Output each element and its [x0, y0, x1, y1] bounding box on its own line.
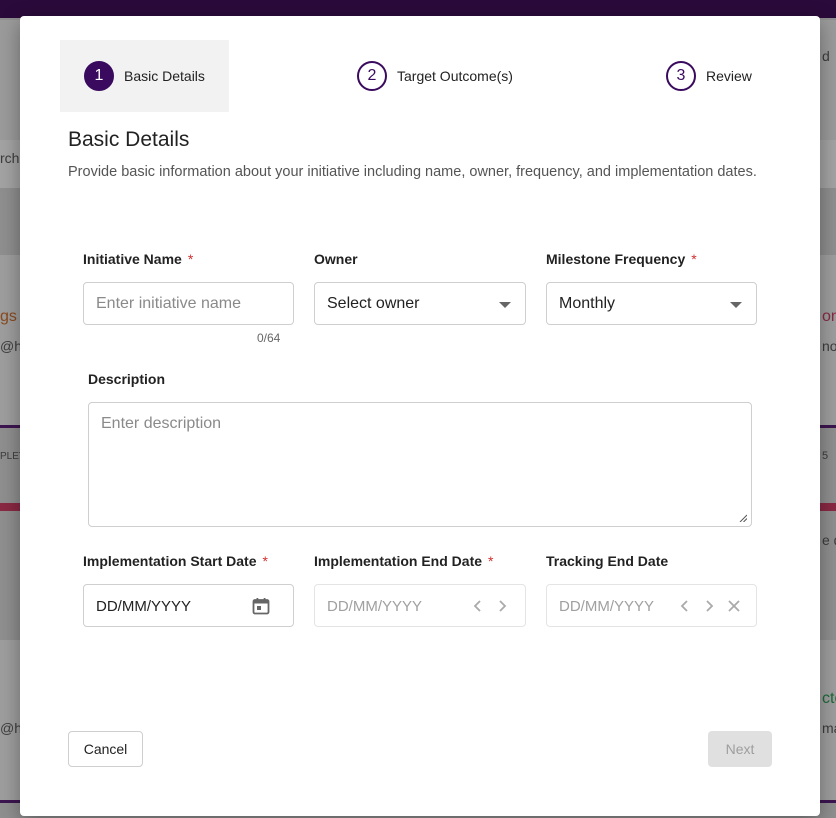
chevron-left-icon[interactable]: [675, 596, 695, 616]
implementation-start-date-field[interactable]: DD/MM/YYYY: [83, 584, 294, 627]
clear-icon[interactable]: [724, 596, 744, 616]
date-placeholder: DD/MM/YYYY: [559, 598, 655, 615]
background-text: nou: [822, 338, 836, 354]
label-text: Implementation Start Date: [83, 553, 257, 569]
character-counter: 0/64: [257, 331, 281, 345]
background-text: 5: [822, 450, 829, 462]
implementation-end-date-field[interactable]: DD/MM/YYYY: [314, 584, 526, 627]
background-text: mak: [822, 720, 836, 736]
initiative-name-input[interactable]: [96, 283, 281, 324]
step-review[interactable]: 3 Review: [642, 40, 792, 112]
step-label: Review: [706, 68, 752, 84]
description-input[interactable]: [101, 415, 737, 511]
owner-placeholder: Select owner: [327, 295, 420, 312]
step-basic-details[interactable]: 1 Basic Details: [60, 40, 229, 112]
milestone-frequency-label: Milestone Frequency *: [546, 251, 697, 267]
chevron-right-icon[interactable]: [492, 596, 512, 616]
background-text: @h: [0, 720, 22, 736]
background-text: on: [822, 308, 836, 325]
background-text: rch: [0, 150, 20, 166]
initiative-name-label: Initiative Name *: [83, 251, 193, 267]
milestone-frequency-select[interactable]: Monthly: [546, 282, 757, 325]
label-text: Implementation End Date: [314, 553, 483, 569]
background-text: e d: [822, 532, 836, 548]
background-text: @h: [0, 338, 22, 354]
owner-select[interactable]: Select owner: [314, 282, 526, 325]
date-placeholder: DD/MM/YYYY: [327, 598, 423, 615]
label-text: Initiative Name: [83, 251, 182, 267]
calendar-icon[interactable]: [251, 596, 271, 616]
background-text: d: [822, 48, 830, 64]
required-marker: *: [488, 553, 494, 569]
label-text: Milestone Frequency: [546, 251, 686, 267]
tracking-end-date-field[interactable]: DD/MM/YYYY: [546, 584, 757, 627]
chevron-right-icon[interactable]: [699, 596, 719, 616]
section-title: Basic Details: [68, 128, 190, 151]
step-label: Target Outcome(s): [397, 68, 513, 84]
step-target-outcomes[interactable]: 2 Target Outcome(s): [333, 40, 543, 112]
required-marker: *: [187, 251, 194, 267]
background-text: gs: [0, 308, 17, 325]
background-text: cto: [822, 690, 836, 707]
dropdown-arrow-icon: [499, 302, 511, 308]
create-initiative-dialog: 1 Basic Details 2 Target Outcome(s) 3 Re…: [20, 16, 820, 816]
dropdown-arrow-icon: [730, 302, 742, 308]
description-label: Description: [88, 371, 165, 387]
implementation-start-date-label: Implementation Start Date *: [83, 553, 268, 569]
tracking-end-date-label: Tracking End Date: [546, 553, 668, 569]
cancel-button[interactable]: Cancel: [68, 731, 143, 767]
required-marker: *: [262, 553, 268, 569]
step-label: Basic Details: [124, 68, 205, 84]
description-field[interactable]: [88, 402, 752, 527]
section-description: Provide basic information about your ini…: [68, 164, 757, 180]
label-text: Owner: [314, 251, 358, 267]
step-number: 1: [84, 61, 114, 91]
next-button[interactable]: Next: [708, 731, 772, 767]
owner-label: Owner: [314, 251, 358, 267]
label-text: Tracking End Date: [546, 553, 669, 569]
step-number: 3: [666, 61, 696, 91]
implementation-end-date-label: Implementation End Date *: [314, 553, 493, 569]
step-number: 2: [357, 61, 387, 91]
stepper: 1 Basic Details 2 Target Outcome(s) 3 Re…: [20, 40, 820, 112]
label-text: Description: [88, 371, 166, 387]
date-placeholder: DD/MM/YYYY: [96, 598, 192, 615]
resize-handle-icon[interactable]: [739, 514, 747, 522]
required-marker: *: [691, 251, 697, 267]
chevron-left-icon[interactable]: [468, 596, 488, 616]
initiative-name-field[interactable]: [83, 282, 294, 325]
milestone-frequency-value: Monthly: [559, 295, 616, 312]
